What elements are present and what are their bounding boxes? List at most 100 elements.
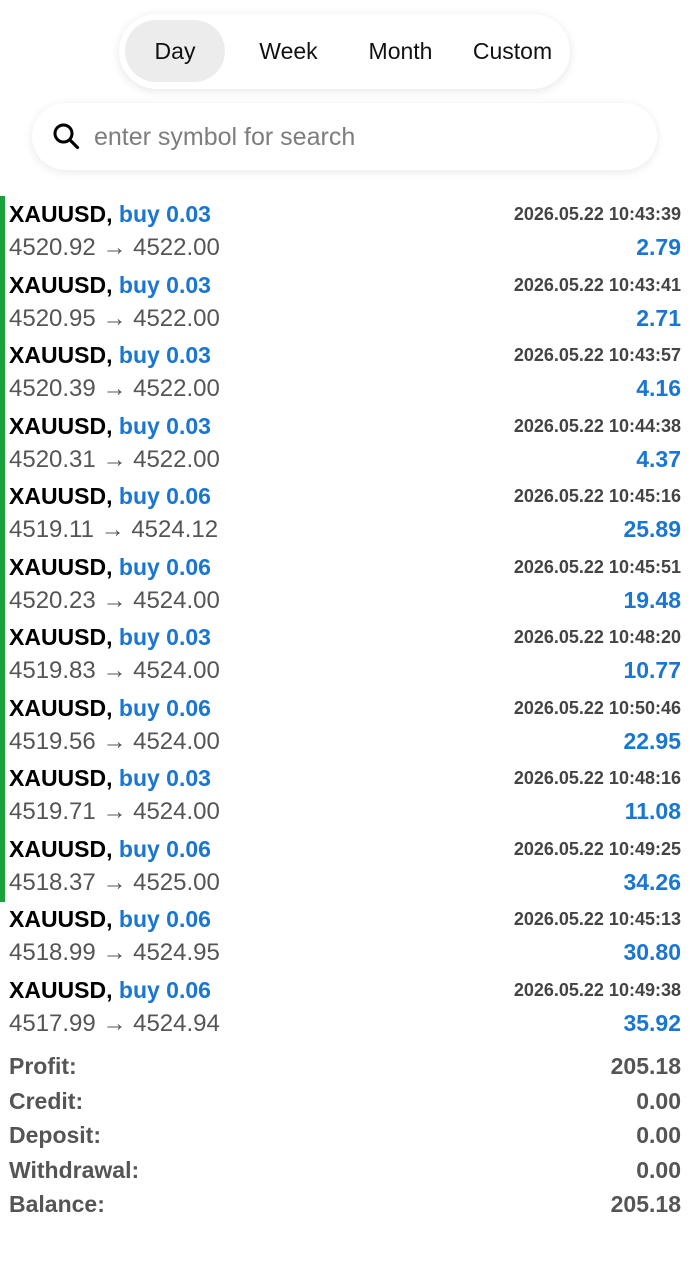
search-input[interactable] [94, 119, 614, 155]
summary-value: 205.18 [610, 1053, 681, 1079]
summary-label: Credit: [9, 1087, 84, 1114]
trade-heading: XAUUSD, buy 0.03 [9, 272, 211, 299]
trade-heading: XAUUSD, buy 0.03 [9, 624, 211, 651]
trade-prices: 4519.11 → 4524.12 [9, 516, 218, 544]
trade-row[interactable]: XAUUSD, buy 0.03 4520.95 → 4522.00 2026.… [0, 267, 689, 338]
trade-heading: XAUUSD, buy 0.03 [9, 765, 211, 792]
close-price: 4522.00 [133, 375, 220, 402]
summary-withdrawal: Withdrawal: 0.00 [0, 1154, 689, 1189]
open-price: 4520.95 [9, 304, 96, 332]
trade-time: 2026.05.22 10:48:20 [513, 627, 681, 647]
trade-row[interactable]: XAUUSD, buy 0.06 4519.11 → 4524.12 2026.… [0, 478, 689, 549]
close-price: 4522.00 [133, 234, 220, 261]
summary-label: Profit: [9, 1053, 77, 1079]
period-tabs: Day Week Month Custom [119, 14, 570, 89]
open-price: 4519.56 [9, 727, 96, 755]
open-price: 4518.99 [9, 939, 96, 966]
trade-profit: 4.16 [636, 375, 681, 401]
trade-time: 2026.05.22 10:44:38 [513, 415, 681, 436]
trade-profit: 19.48 [623, 586, 681, 613]
trade-row[interactable]: XAUUSD, buy 0.03 4520.31 → 4522.00 2026.… [0, 408, 689, 479]
arrow-icon: → [102, 939, 127, 966]
trade-symbol: XAUUSD, [9, 483, 113, 509]
trade-profit: 25.89 [623, 516, 681, 542]
close-price: 4525.00 [133, 868, 220, 896]
trade-prices: 4518.99 → 4524.95 [9, 939, 220, 967]
trade-symbol: XAUUSD, [9, 976, 113, 1003]
trade-profit: 30.80 [623, 939, 681, 965]
trade-symbol: XAUUSD, [9, 412, 113, 439]
trade-time: 2026.05.22 10:49:38 [513, 979, 681, 1000]
summary-label: Withdrawal: [9, 1156, 140, 1183]
trade-row[interactable]: XAUUSD, buy 0.06 4517.99 → 4524.94 2026.… [0, 972, 689, 1043]
trade-heading: XAUUSD, buy 0.06 [9, 695, 211, 722]
trade-time: 2026.05.22 10:50:46 [513, 697, 681, 718]
trade-heading: XAUUSD, buy 0.06 [9, 906, 211, 933]
trade-profit: 2.79 [636, 234, 681, 260]
trade-profit: 22.95 [623, 727, 681, 754]
close-price: 4522.00 [133, 304, 220, 332]
open-price: 4520.39 [9, 375, 96, 402]
trade-prices: 4520.92 → 4522.00 [9, 234, 220, 262]
trade-symbol: XAUUSD, [9, 201, 113, 227]
trade-row[interactable]: XAUUSD, buy 0.03 4519.71 → 4524.00 2026.… [0, 760, 689, 831]
arrow-icon: → [102, 375, 127, 402]
trade-row[interactable]: XAUUSD, buy 0.06 4520.23 → 4524.00 2026.… [0, 549, 689, 620]
trade-prices: 4520.39 → 4522.00 [9, 375, 220, 403]
trade-profit: 35.92 [623, 1009, 681, 1036]
open-price: 4517.99 [9, 1009, 96, 1037]
open-price: 4519.11 [9, 516, 94, 543]
summary-label: Balance: [9, 1191, 105, 1217]
open-price: 4518.37 [9, 868, 96, 896]
arrow-icon: → [102, 657, 127, 684]
close-price: 4524.00 [133, 727, 220, 755]
trade-heading: XAUUSD, buy 0.03 [9, 201, 211, 228]
summary-credit: Credit: 0.00 [0, 1085, 689, 1120]
open-price: 4520.23 [9, 586, 96, 614]
trade-prices: 4520.23 → 4524.00 [9, 587, 220, 615]
trade-heading: XAUUSD, buy 0.06 [9, 554, 211, 581]
trade-symbol: XAUUSD, [9, 342, 113, 368]
trade-time: 2026.05.22 10:45:16 [513, 486, 681, 506]
arrow-icon: → [102, 798, 127, 825]
summary: Profit: 205.18 Credit: 0.00 Deposit: 0.0… [0, 1050, 689, 1223]
trade-side: buy 0.03 [118, 201, 211, 227]
trade-side: buy 0.06 [118, 694, 211, 721]
trade-time: 2026.05.22 10:43:41 [513, 274, 681, 295]
trade-time: 2026.05.22 10:49:25 [513, 838, 681, 859]
tab-week[interactable]: Week [236, 20, 341, 82]
trade-profit: 34.26 [623, 868, 681, 895]
close-price: 4524.00 [133, 798, 220, 825]
open-price: 4520.31 [9, 445, 96, 473]
tab-month[interactable]: Month [348, 20, 453, 82]
trade-symbol: XAUUSD, [9, 271, 113, 298]
trade-profit: 10.77 [623, 657, 681, 683]
tab-day[interactable]: Day [125, 20, 225, 82]
open-price: 4519.71 [9, 798, 96, 825]
trade-heading: XAUUSD, buy 0.06 [9, 836, 211, 863]
trade-symbol: XAUUSD, [9, 906, 113, 932]
trade-row[interactable]: XAUUSD, buy 0.03 4519.83 → 4524.00 2026.… [0, 619, 689, 690]
summary-value: 0.00 [636, 1156, 681, 1183]
trade-row[interactable]: XAUUSD, buy 0.03 4520.92 → 4522.00 2026.… [0, 196, 689, 267]
trade-row[interactable]: XAUUSD, buy 0.06 4518.37 → 4525.00 2026.… [0, 831, 689, 902]
close-price: 4524.00 [133, 586, 220, 614]
arrow-icon: → [102, 445, 127, 473]
trade-prices: 4519.56 → 4524.00 [9, 728, 220, 756]
arrow-icon: → [102, 1009, 127, 1037]
trade-symbol: XAUUSD, [9, 553, 113, 580]
trade-side: buy 0.03 [118, 765, 211, 791]
trade-time: 2026.05.22 10:45:51 [513, 556, 681, 577]
trade-prices: 4520.95 → 4522.00 [9, 305, 220, 333]
trade-symbol: XAUUSD, [9, 765, 113, 791]
trade-profit: 4.37 [636, 445, 681, 472]
trade-row[interactable]: XAUUSD, buy 0.03 4520.39 → 4522.00 2026.… [0, 337, 689, 408]
arrow-icon: → [102, 234, 127, 261]
trade-row[interactable]: XAUUSD, buy 0.06 4518.99 → 4524.95 2026.… [0, 901, 689, 972]
trade-row[interactable]: XAUUSD, buy 0.06 4519.56 → 4524.00 2026.… [0, 690, 689, 761]
arrow-icon: → [100, 516, 125, 543]
trade-time: 2026.05.22 10:43:57 [513, 345, 681, 365]
close-price: 4524.95 [133, 939, 220, 966]
summary-label: Deposit: [9, 1122, 101, 1148]
tab-custom[interactable]: Custom [460, 20, 565, 82]
